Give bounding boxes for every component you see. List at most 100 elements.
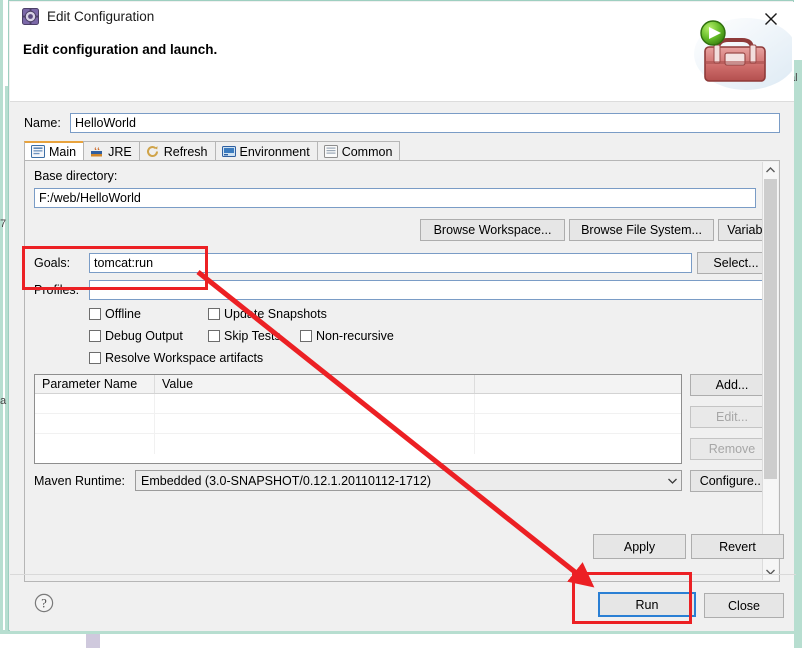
checkbox-non-recursive-label: Non-recursive [316, 329, 394, 343]
add-parameter-button[interactable]: Add... [690, 374, 762, 396]
table-row[interactable] [35, 414, 681, 434]
scrollbar-up-button[interactable] [763, 162, 778, 178]
table-cell [155, 394, 475, 413]
checkbox-non-recursive-box[interactable] [300, 330, 312, 342]
tab-environment[interactable]: Environment [214, 141, 318, 161]
goals-input[interactable] [89, 253, 692, 273]
name-input[interactable] [70, 113, 780, 133]
tab-common-label: Common [341, 144, 393, 159]
browse-file-system-button[interactable]: Browse File System... [569, 219, 714, 241]
main-tab-icon [31, 145, 45, 158]
checkbox-resolve-workspace-artifacts-label: Resolve Workspace artifacts [105, 351, 264, 365]
tab-jre-label: JRE [108, 144, 132, 159]
run-configuration-icon [22, 8, 39, 25]
help-icon: ? [34, 593, 54, 613]
svg-text:?: ? [41, 596, 47, 610]
apply-button[interactable]: Apply [593, 534, 686, 559]
profiles-label: Profiles: [34, 283, 80, 297]
dialog-body: Name: Main [10, 102, 796, 631]
checkbox-skip-tests[interactable]: Skip Tests [208, 329, 281, 343]
backdrop-text-fragment-2: a [0, 395, 7, 407]
column-header-spacer [475, 375, 681, 393]
checkbox-offline[interactable]: Offline [89, 307, 141, 321]
run-button[interactable]: Run [598, 592, 696, 617]
jre-tab-icon [90, 145, 104, 158]
edit-parameter-button: Edit... [690, 406, 762, 428]
maven-runtime-select[interactable]: Embedded (3.0-SNAPSHOT/0.12.1.20110112-1… [135, 470, 682, 491]
tab-main[interactable]: Main [24, 141, 85, 161]
tab-panel-scrollbar[interactable] [762, 162, 778, 580]
dialog-header: Edit Configuration Edit configuration an… [10, 2, 794, 102]
remove-parameter-button: Remove [690, 438, 762, 460]
maven-runtime-label: Maven Runtime: [34, 474, 126, 488]
scrollbar-thumb[interactable] [764, 179, 777, 479]
dialog-title-row: Edit Configuration [22, 8, 154, 25]
table-cell [155, 434, 475, 454]
checkbox-update-snapshots[interactable]: Update Snapshots [208, 307, 327, 321]
parameter-table[interactable]: Parameter Name Value [34, 374, 682, 464]
help-button[interactable]: ? [34, 593, 54, 613]
tab-environment-label: Environment [239, 144, 310, 159]
column-header-value: Value [155, 375, 475, 393]
footer-divider [10, 574, 796, 575]
checkbox-offline-label: Offline [105, 307, 141, 321]
name-label: Name: [24, 116, 61, 130]
tab-strip: Main JRE Refresh Environment Common [24, 140, 780, 161]
maven-runtime-value: Embedded (3.0-SNAPSHOT/0.12.1.20110112-1… [141, 473, 431, 488]
common-tab-icon [323, 145, 338, 158]
tab-main-label: Main [49, 144, 77, 159]
name-row: Name: [24, 112, 780, 134]
backdrop-text-fragment-1: 7 [0, 218, 7, 230]
maven-runtime-configure-button[interactable]: Configure... [690, 470, 762, 492]
checkbox-debug-output-label: Debug Output [105, 329, 183, 343]
dialog-title: Edit Configuration [47, 9, 155, 24]
table-cell [35, 434, 155, 454]
base-directory-label: Base directory: [34, 169, 118, 183]
close-icon [765, 13, 777, 25]
checkbox-skip-tests-box[interactable] [208, 330, 220, 342]
environment-tab-icon [221, 145, 236, 158]
table-cell [35, 394, 155, 413]
checkbox-resolve-workspace-artifacts-box[interactable] [89, 352, 101, 364]
backdrop-bottom-white [0, 634, 86, 648]
checkbox-resolve-workspace-artifacts[interactable]: Resolve Workspace artifacts [89, 351, 263, 365]
close-button[interactable] [758, 6, 784, 32]
tab-panel-content: Base directory: Browse Workspace... Brow… [25, 161, 762, 581]
browse-workspace-button[interactable]: Browse Workspace... [420, 219, 565, 241]
revert-button[interactable]: Revert [691, 534, 784, 559]
base-directory-input[interactable] [34, 188, 756, 208]
backdrop-bottom-chip [86, 634, 100, 648]
scrollbar-down-button[interactable] [763, 564, 778, 580]
profiles-input[interactable] [89, 280, 762, 300]
chevron-up-icon [766, 167, 775, 173]
tab-refresh[interactable]: Refresh [138, 141, 216, 161]
table-cell [155, 414, 475, 433]
table-cell [35, 414, 155, 433]
checkbox-skip-tests-label: Skip Tests [224, 329, 281, 343]
backdrop-teal-right [794, 60, 802, 648]
goals-label: Goals: [34, 256, 71, 270]
variables-button[interactable]: Variables... [718, 219, 762, 241]
checkbox-update-snapshots-box[interactable] [208, 308, 220, 320]
checkbox-non-recursive[interactable]: Non-recursive [300, 329, 394, 343]
checkbox-update-snapshots-label: Update Snapshots [224, 307, 327, 321]
checkbox-debug-output[interactable]: Debug Output [89, 329, 183, 343]
tab-common[interactable]: Common [316, 141, 401, 161]
backdrop-teal-edge [0, 0, 3, 648]
table-row[interactable] [35, 434, 681, 454]
edit-configuration-dialog: Edit Configuration Edit configuration an… [8, 0, 796, 631]
close-footer-button[interactable]: Close [704, 593, 784, 618]
dialog-subtitle: Edit configuration and launch. [23, 42, 218, 57]
checkbox-offline-box[interactable] [89, 308, 101, 320]
tab-refresh-label: Refresh [163, 144, 208, 159]
table-row[interactable] [35, 394, 681, 414]
table-cell [475, 434, 681, 454]
chevron-down-icon [664, 478, 681, 484]
table-cell [475, 394, 681, 413]
tab-jre[interactable]: JRE [83, 141, 140, 161]
checkbox-debug-output-box[interactable] [89, 330, 101, 342]
goals-select-button[interactable]: Select... [697, 252, 762, 274]
tab-folder: Main JRE Refresh Environment Common Base… [24, 140, 780, 582]
tab-panel-main: Base directory: Browse Workspace... Brow… [24, 160, 780, 582]
column-header-parameter-name: Parameter Name [35, 375, 155, 393]
